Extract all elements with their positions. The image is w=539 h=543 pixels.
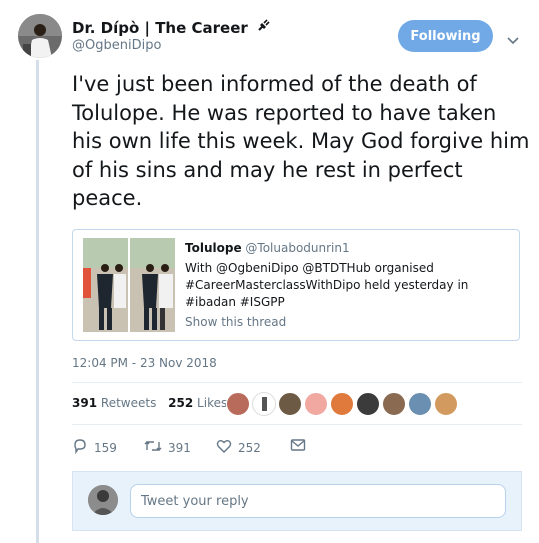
user-avatar [88, 485, 118, 515]
liker-avatar[interactable] [330, 392, 354, 416]
thread-rule [36, 60, 39, 543]
likes-label[interactable]: Likes [197, 396, 227, 410]
envelope-icon[interactable] [290, 438, 306, 455]
likes-count[interactable]: 252 [168, 396, 193, 410]
retweets-label[interactable]: Retweets [101, 396, 156, 410]
reply-composer: Tweet your reply [72, 471, 522, 531]
like-action[interactable]: 252 [216, 438, 261, 457]
tweet-timestamp[interactable]: 12:04 PM - 23 Nov 2018 [72, 356, 217, 370]
liker-avatar[interactable] [356, 392, 380, 416]
author-avatar[interactable] [18, 14, 62, 58]
message-action[interactable] [290, 438, 306, 455]
like-count: 252 [238, 440, 261, 455]
author-name[interactable]: Dr. Dípò | The Career [72, 19, 248, 37]
liker-avatar[interactable] [304, 392, 328, 416]
quoted-photo-1[interactable] [83, 238, 128, 332]
show-thread-link[interactable]: Show this thread [185, 315, 286, 329]
retweets-count[interactable]: 391 [72, 396, 97, 410]
author-name-row[interactable]: Dr. Dípò | The Career [72, 17, 272, 37]
liker-avatar[interactable] [278, 392, 302, 416]
quoted-tweet-card[interactable]: Tolulope @Toluabodunrin1 With @OgbeniDip… [72, 229, 520, 341]
reply-input[interactable]: Tweet your reply [130, 484, 506, 518]
quoted-author-name[interactable]: Tolulope [185, 241, 242, 255]
engagement-stats: 391 Retweets 252 Likes [72, 396, 235, 410]
liker-avatar[interactable] [226, 392, 250, 416]
quoted-author[interactable]: Tolulope @Toluabodunrin1 [185, 241, 350, 255]
quoted-tweet-text: With @OgbeniDipo @BTDTHub organised #Car… [185, 261, 469, 309]
chevron-down-icon[interactable] [507, 30, 519, 49]
liker-avatar[interactable] [434, 392, 458, 416]
following-button[interactable]: Following [398, 20, 493, 52]
reply-icon[interactable] [72, 438, 88, 457]
tweet-text: I've just been informed of the death of … [72, 72, 530, 210]
quoted-photo-2[interactable] [130, 238, 175, 332]
reply-action[interactable]: 159 [72, 438, 117, 457]
quoted-author-handle[interactable]: @Toluabodunrin1 [245, 241, 349, 255]
heart-icon[interactable] [216, 438, 232, 457]
author-handle[interactable]: @OgbeniDipo [72, 38, 161, 53]
divider [72, 382, 522, 383]
liker-avatar[interactable] [382, 392, 406, 416]
retweet-action[interactable]: 391 [144, 438, 191, 457]
reply-count: 159 [94, 440, 117, 455]
retweet-count: 391 [168, 440, 191, 455]
divider [72, 424, 522, 425]
liker-avatar[interactable] [252, 392, 276, 416]
plug-icon [256, 17, 272, 37]
liker-avatar[interactable] [408, 392, 432, 416]
retweet-icon[interactable] [144, 438, 162, 457]
